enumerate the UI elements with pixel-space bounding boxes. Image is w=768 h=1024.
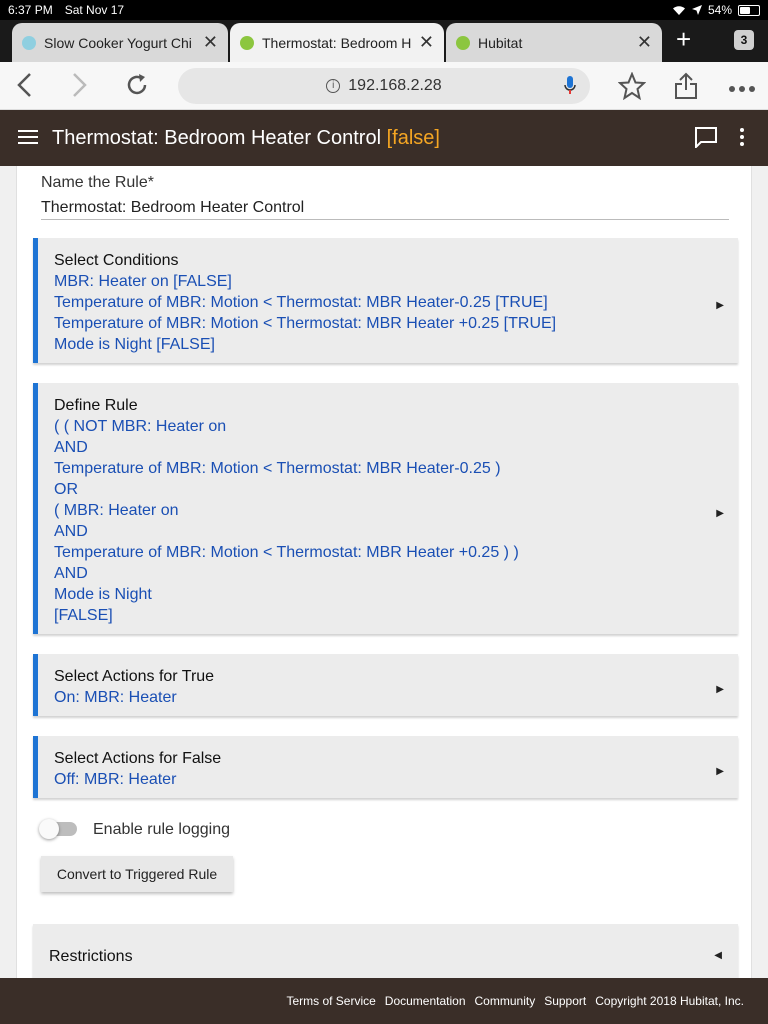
rule-line: OR [54,481,78,498]
action-line: Off: MBR: Heater [54,771,177,788]
close-tab-icon[interactable]: ✕ [637,32,652,53]
expand-arrow-icon: ▶ [716,507,724,519]
url-bar[interactable]: i 192.168.2.28 [178,68,590,104]
status-date: Sat Nov 17 [64,3,125,17]
url-text: 192.168.2.28 [348,77,442,94]
define-rule-section[interactable]: Define Rule ( ( NOT MBR: Heater on AND T… [33,383,738,634]
restrictions-label: Restrictions [49,948,133,965]
actions-false-section[interactable]: Select Actions for False Off: MBR: Heate… [33,736,738,798]
close-tab-icon[interactable]: ✕ [419,32,434,53]
rule-name-input[interactable] [41,196,729,220]
tab-title: Slow Cooker Yogurt Chi [44,34,192,51]
battery-percent: 54% [707,3,732,17]
section-heading: Select Conditions [54,252,179,269]
new-tab-button[interactable]: + [676,26,691,52]
info-icon[interactable]: i [326,79,341,93]
reload-icon[interactable] [124,72,150,102]
tab-title: Hubitat [478,34,523,51]
rule-name-label: Name the Rule* [41,174,154,191]
browser-tab-thermostat[interactable]: Thermostat: Bedroom H ✕ [230,23,444,62]
actions-true-section[interactable]: Select Actions for True On: MBR: Heater … [33,654,738,716]
share-icon[interactable] [674,72,698,105]
rule-line: [FALSE] [54,607,113,624]
rule-editor: Name the Rule* Select Conditions MBR: He… [16,166,752,978]
status-time: 6:37 PM [8,3,53,17]
browser-tab-bar: Slow Cooker Yogurt Chi ✕ Thermostat: Bed… [0,20,768,62]
rule-state-flag: [false] [386,127,440,149]
close-tab-icon[interactable]: ✕ [203,32,218,53]
expand-arrow-icon: ▶ [716,684,724,695]
rule-line: Mode is Night [54,586,152,603]
bookmark-star-icon[interactable] [617,71,647,105]
footer: Terms of Service Documentation Community… [0,978,768,1024]
microphone-icon[interactable] [564,76,576,101]
chat-icon[interactable] [694,126,718,153]
toggle-knob [39,819,59,839]
favicon-icon [240,35,254,50]
rule-line: AND [54,523,88,540]
status-bar: 6:37 PM Sat Nov 17 54% [0,0,768,20]
restrictions-section[interactable]: Restrictions ◀ [33,924,738,978]
app-header: Thermostat: Bedroom Heater Control [fals… [0,110,768,166]
location-icon [691,5,702,15]
logging-toggle-label: Enable rule logging [93,821,230,838]
rule-line: Temperature of MBR: Motion < Thermostat:… [54,544,519,561]
rule-line: ( ( NOT MBR: Heater on [54,418,227,435]
rule-line: AND [54,439,88,456]
footer-link-documentation[interactable]: Documentation [385,994,466,1008]
condition-line: Temperature of MBR: Motion < Thermostat:… [54,315,557,332]
tab-count-button[interactable]: 3 [734,30,754,50]
browser-tab-yogurt[interactable]: Slow Cooker Yogurt Chi ✕ [12,23,228,62]
wifi-icon [672,5,685,15]
tab-title: Thermostat: Bedroom H [262,34,411,51]
condition-line: Temperature of MBR: Motion < Thermostat:… [54,294,548,311]
expand-arrow-icon: ▶ [716,299,724,311]
forward-arrow-icon[interactable] [72,72,88,102]
page-title: Thermostat: Bedroom Heater Control [fals… [52,127,440,150]
battery-icon [738,4,760,16]
collapse-arrow-icon: ◀ [714,950,722,961]
hamburger-menu-icon[interactable] [18,130,38,148]
browser-toolbar: i 192.168.2.28 [0,62,768,110]
footer-link-community[interactable]: Community [475,994,536,1008]
section-heading: Select Actions for True [54,668,215,685]
page-title-text: Thermostat: Bedroom Heater Control [52,127,382,149]
favicon-icon [22,35,36,50]
more-options-icon[interactable] [728,80,756,98]
select-conditions-section[interactable]: Select Conditions MBR: Heater on [FALSE]… [33,238,738,363]
rule-line: Temperature of MBR: Motion < Thermostat:… [54,460,501,477]
footer-link-support[interactable]: Support [544,994,586,1008]
logging-toggle[interactable] [39,819,77,839]
footer-link-terms[interactable]: Terms of Service [286,994,375,1008]
browser-tab-hubitat[interactable]: Hubitat ✕ [446,23,662,62]
vertical-more-icon[interactable] [740,128,746,149]
condition-line: Mode is Night [FALSE] [54,336,215,353]
convert-to-triggered-rule-button[interactable]: Convert to Triggered Rule [41,856,233,892]
section-heading: Select Actions for False [54,750,222,767]
rule-line: ( MBR: Heater on [54,502,179,519]
action-line: On: MBR: Heater [54,689,177,706]
favicon-icon [456,35,470,50]
footer-copyright: Copyright 2018 Hubitat, Inc. [595,994,744,1008]
back-arrow-icon[interactable] [16,72,32,102]
rule-line: AND [54,565,88,582]
expand-arrow-icon: ▶ [716,766,724,777]
section-heading: Define Rule [54,397,138,414]
condition-line: MBR: Heater on [FALSE] [54,273,232,290]
